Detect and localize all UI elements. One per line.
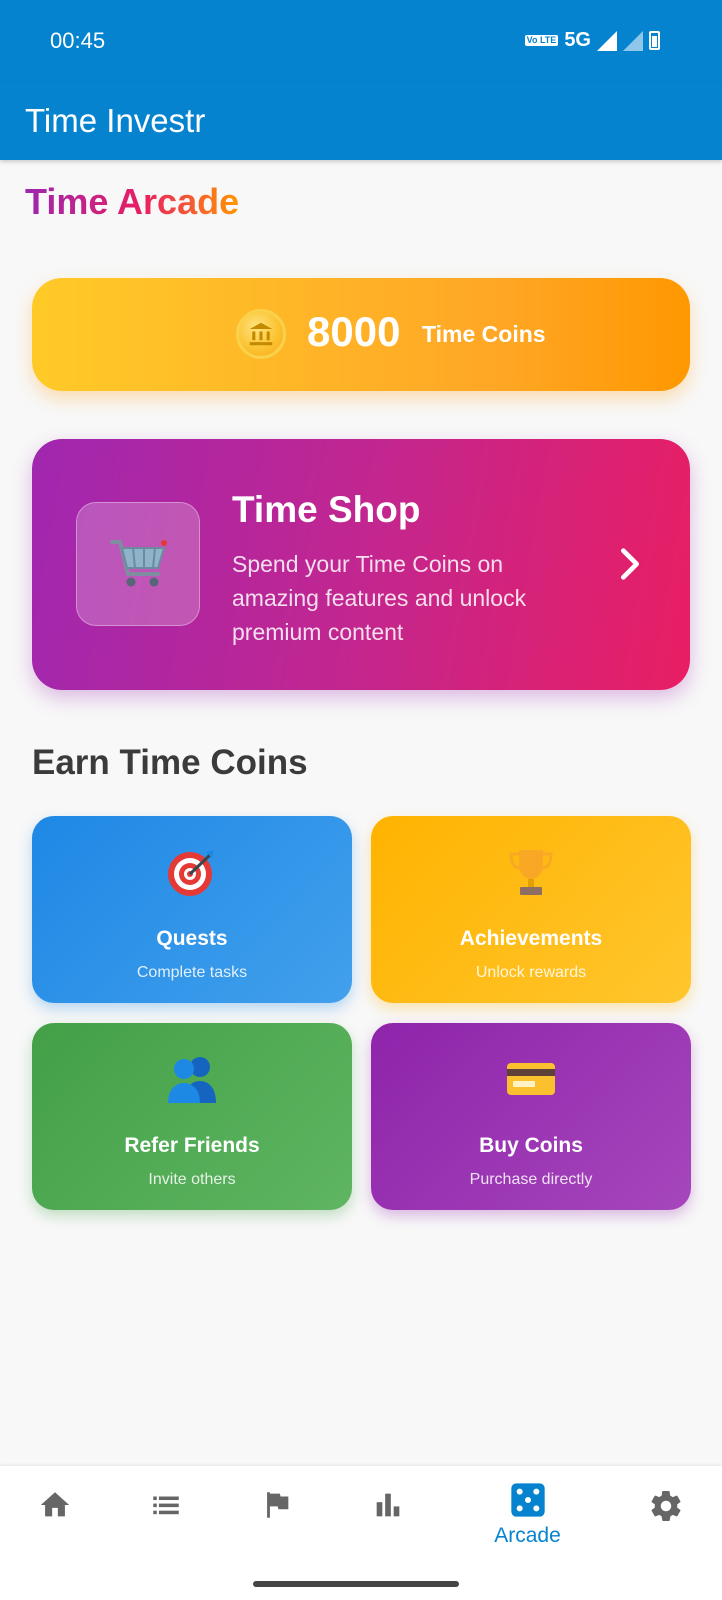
list-icon [153,1496,179,1515]
tile-title: Buy Coins [479,1134,583,1157]
trophy-icon [509,850,553,895]
status-time: 00:45 [50,28,106,53]
coin-bank-icon [236,309,286,359]
shopping-cart-icon [110,540,167,587]
time-shop-card[interactable]: Time Shop Spend your Time Coins on amazi… [32,439,690,690]
battery-icon [649,31,660,50]
shop-description: Spend your Time Coins on amazing feature… [232,551,527,645]
credit-card-icon [507,1063,555,1095]
shop-icon-container [76,502,200,626]
tile-title: Quests [156,927,228,950]
achievements-tile[interactable]: Achievements Unlock rewards [371,816,691,1003]
tile-title: Achievements [459,927,603,950]
bottom-navigation: Arcade [0,1466,722,1600]
people-icon [168,1057,216,1103]
coin-amount: 8000 [307,308,401,355]
status-bar: 00:45 Vo LTE 5G [0,0,722,82]
nav-home[interactable] [25,1488,85,1548]
buy-coins-tile[interactable]: Buy Coins Purchase directly [371,1023,691,1210]
tile-title: Refer Friends [124,1134,260,1157]
coin-unit-label: Time Coins [422,321,546,347]
earn-section-title: Earn Time Coins [32,743,308,782]
target-icon [168,850,214,896]
tile-subtitle: Purchase directly [469,1171,593,1188]
signal-icon [597,30,617,51]
page-title: Time Arcade [25,181,240,222]
tile-subtitle: Complete tasks [136,964,248,981]
tile-subtitle: Unlock rewards [475,964,587,981]
app-title: Time Investr [25,102,206,139]
bar-chart-icon [376,1493,400,1517]
home-indicator[interactable] [253,1581,459,1587]
tile-subtitle: Invite others [148,1171,236,1188]
network-type: 5G [564,29,591,51]
nav-goals[interactable] [247,1488,307,1548]
coin-balance-card: 8000 Time Coins [32,278,690,391]
flag-icon [267,1492,289,1518]
status-icons: Vo LTE 5G [524,29,660,52]
quests-tile[interactable]: Quests Complete tasks [32,816,352,1003]
app-bar: Time Investr [0,82,722,160]
nav-list[interactable] [136,1488,196,1548]
volte-icon: Vo LTE [524,35,559,46]
shop-title: Time Shop [232,489,421,530]
nav-settings[interactable] [636,1488,696,1548]
gear-icon [651,1491,681,1521]
refer-friends-tile[interactable]: Refer Friends Invite others [32,1023,352,1210]
signal-secondary-icon [623,30,643,51]
dice-icon [511,1483,545,1517]
nav-arcade-label: Arcade [494,1524,561,1547]
home-icon [40,1492,70,1517]
chevron-right-icon [621,548,639,580]
nav-stats[interactable] [358,1488,418,1548]
